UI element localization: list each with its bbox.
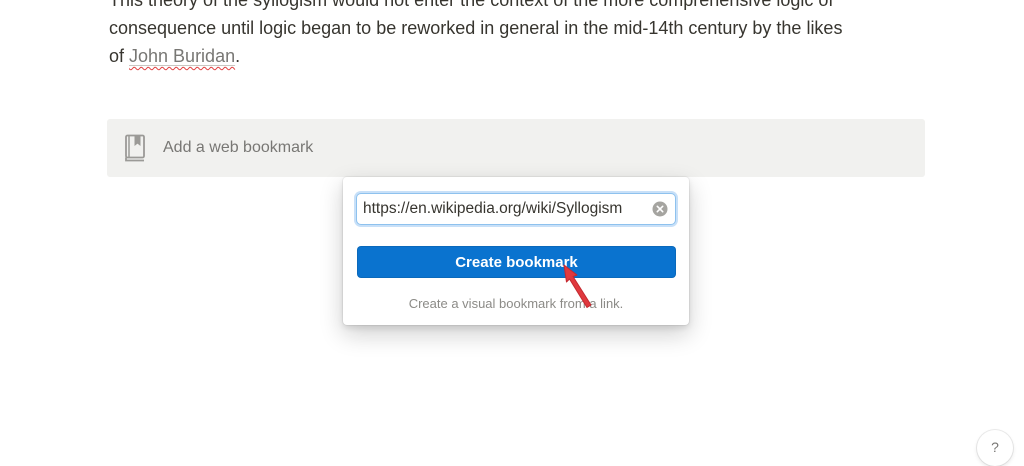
- web-bookmark-block[interactable]: Add a web bookmark: [107, 119, 925, 177]
- popover-hint-text: Create a visual bookmark from a link.: [408, 296, 624, 311]
- paragraph-line-1: This theory of the syllogism would not e…: [109, 0, 834, 10]
- url-input-wrapper: [357, 194, 675, 224]
- clear-circle-x-icon[interactable]: [652, 201, 668, 217]
- url-input[interactable]: [357, 194, 647, 224]
- paragraph-line-3: of John Buridan.: [109, 42, 899, 70]
- paragraph-line-3-suffix: .: [235, 46, 241, 66]
- bookmark-placeholder-text: Add a web bookmark: [163, 139, 314, 156]
- bookmark-popover: Create bookmark Create a visual bookmark…: [343, 177, 689, 325]
- paragraph-line-3-prefix: of: [109, 46, 130, 66]
- john-buridan-link[interactable]: John Buridan: [129, 46, 235, 66]
- bookmark-book-icon: [123, 134, 149, 162]
- document-paragraph[interactable]: This theory of the syllogism would not e…: [109, 0, 899, 70]
- help-question-icon: ?: [991, 439, 999, 455]
- john-buridan-link-text: John Buridan: [129, 46, 236, 66]
- help-button[interactable]: ?: [977, 430, 1013, 466]
- paragraph-line-2: consequence until logic began to be rewo…: [109, 18, 843, 38]
- create-bookmark-button[interactable]: Create bookmark: [357, 246, 676, 278]
